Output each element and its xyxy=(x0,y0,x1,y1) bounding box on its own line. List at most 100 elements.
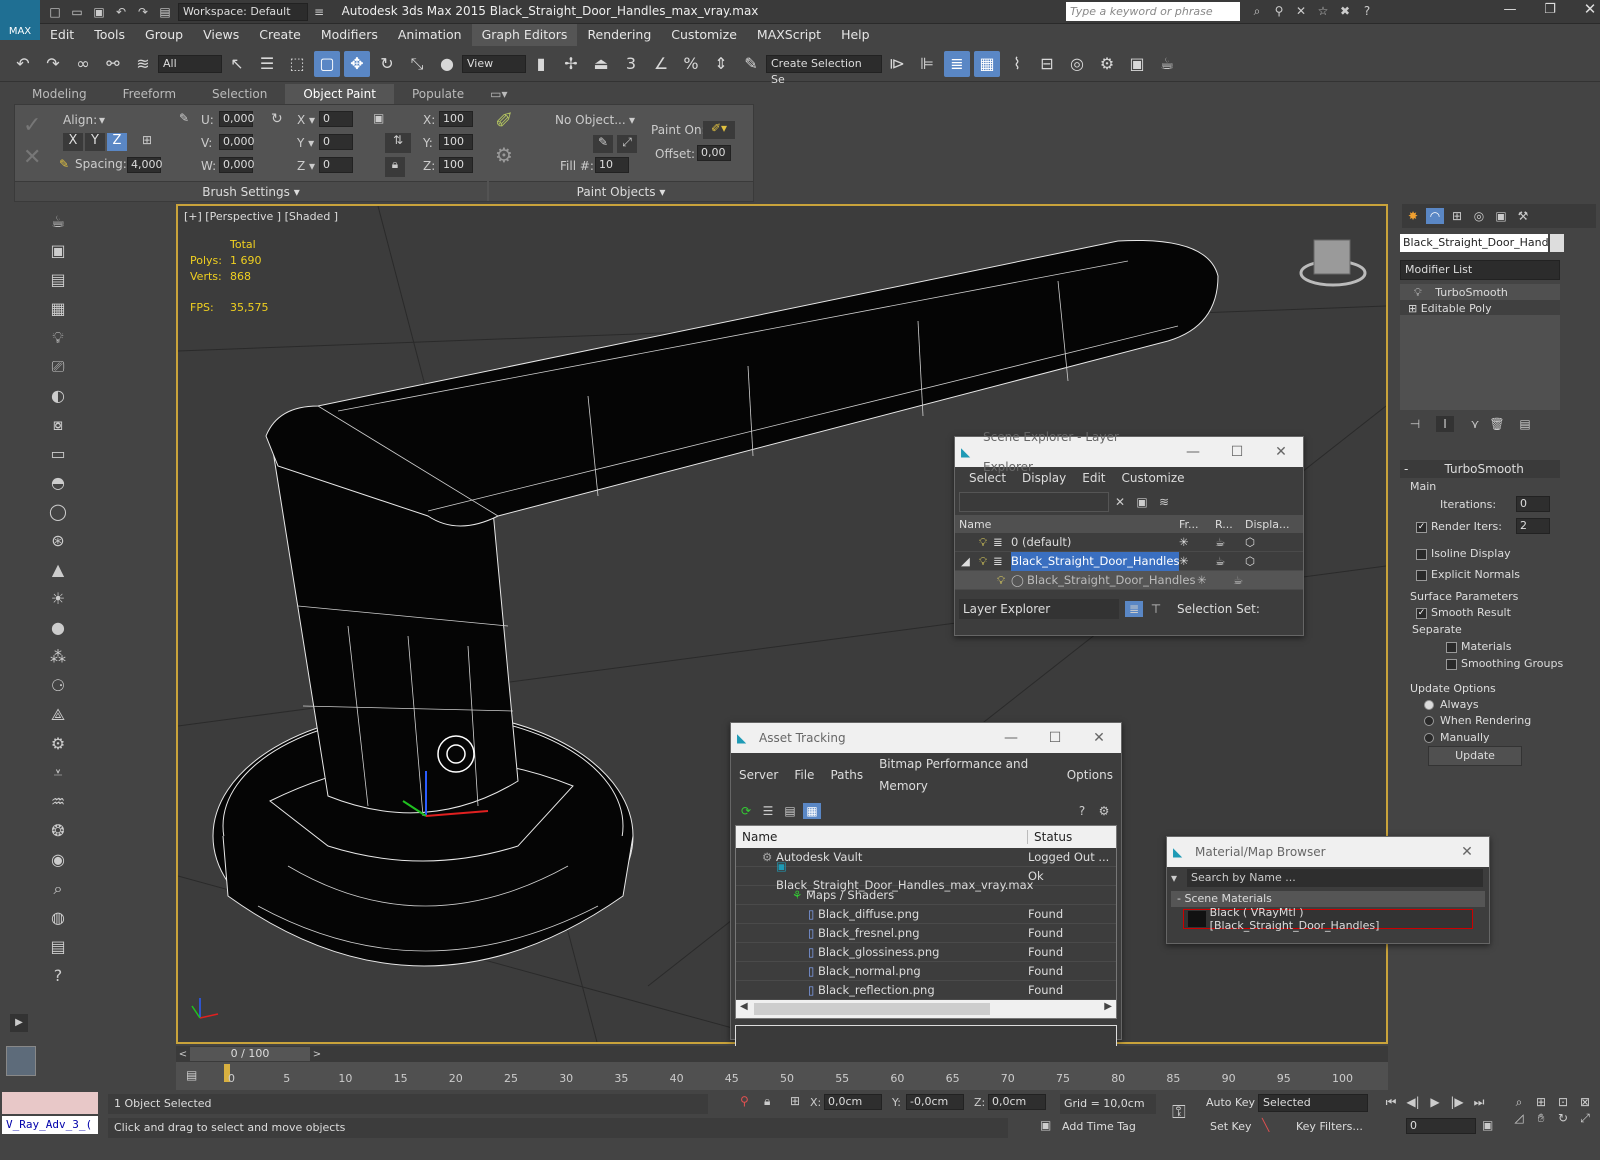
next-frame-icon[interactable]: > xyxy=(310,1049,324,1060)
scene-search-field[interactable] xyxy=(959,492,1109,512)
u-spinner[interactable]: 0,000 xyxy=(219,111,255,127)
browser-options-icon[interactable]: ▾ xyxy=(1171,871,1187,885)
smooth-result-checkbox[interactable]: ✓ xyxy=(1416,607,1427,619)
stack-item-editable-poly[interactable]: ⊞ Editable Poly xyxy=(1400,300,1560,315)
go-to-end-icon[interactable]: ⏭ xyxy=(1470,1094,1488,1110)
binoculars-icon[interactable]: ⌕ xyxy=(1248,3,1266,19)
link-icon[interactable]: ∞ xyxy=(70,51,96,77)
help-circle-icon[interactable]: ? xyxy=(44,963,72,989)
layer-row-default[interactable]: 💡︎ ≣ 0 (default) ✳ ☕ ⬡ xyxy=(955,533,1303,552)
always-radio[interactable] xyxy=(1424,700,1434,710)
sun-icon[interactable]: ☀ xyxy=(44,586,72,612)
select-rotate-icon[interactable]: ↻ xyxy=(374,51,400,77)
zoom-extents-all-icon[interactable]: ⊠ xyxy=(1576,1094,1594,1110)
configure-sets-icon[interactable]: ▤ xyxy=(1516,416,1534,432)
scale-mode-button[interactable]: ⇅ xyxy=(385,133,411,153)
ribbon-options-icon[interactable]: ▭▾ xyxy=(482,84,515,104)
asset-col-name[interactable]: Name xyxy=(736,830,1028,844)
layer-filter-icon[interactable]: ≋ xyxy=(1155,494,1173,510)
menu-customize[interactable]: Customize xyxy=(661,24,747,46)
toggle-ribbon-icon[interactable]: ▦ xyxy=(974,50,1000,77)
rotate-z-spinner[interactable]: 0 xyxy=(319,157,353,173)
sphere-icon[interactable]: ◯ xyxy=(44,499,72,525)
viewport-layout-icon[interactable] xyxy=(6,1046,36,1076)
material-browser-titlebar[interactable]: Material/Map Browser ✕ xyxy=(1167,837,1489,867)
manipulate-icon[interactable]: ✢ xyxy=(558,51,584,77)
rect-selection-icon[interactable]: ⬚ xyxy=(284,51,310,77)
menu-rendering[interactable]: Rendering xyxy=(577,24,661,46)
thumbnail-view-icon[interactable]: ▤ xyxy=(781,803,799,819)
w-spinner[interactable]: 0,000 xyxy=(219,157,255,173)
hierarchy-tab-icon[interactable]: ⊞ xyxy=(1448,208,1466,224)
curve-editor-icon[interactable]: ⌇ xyxy=(1004,51,1030,77)
material-search-input[interactable]: Search by Name ... xyxy=(1187,869,1483,887)
create-tab-icon[interactable]: ✸ xyxy=(1404,208,1422,224)
set-key-icon[interactable]: ⚿ xyxy=(1172,1102,1186,1123)
layer-row-handles[interactable]: ◢ 💡︎ ≣ Black_Straight_Door_Handles ✳ ☕ ⬡ xyxy=(955,551,1303,571)
select-object-icon[interactable]: ↖ xyxy=(224,51,250,77)
asset-menu-options[interactable]: Options xyxy=(1059,764,1121,786)
coord-y-field[interactable]: -0,0cm xyxy=(906,1094,964,1110)
no-object-dropdown[interactable]: No Object... xyxy=(555,113,626,127)
field-of-view-icon[interactable]: ◿ xyxy=(1510,1110,1528,1126)
paint-brush-icon[interactable]: ✐ xyxy=(495,109,513,134)
menu-modifiers[interactable]: Modifiers xyxy=(311,24,388,46)
render-frame-icon[interactable]: ▣ xyxy=(44,238,72,264)
subscription-icon[interactable]: ⚲ xyxy=(1270,3,1288,19)
close-icon[interactable]: ✕ xyxy=(1077,723,1121,753)
hierarchy-mode-icon[interactable]: ⊤ xyxy=(1147,601,1165,617)
spinner-snap-icon[interactable]: ⇕ xyxy=(708,51,734,77)
material-sphere-icon[interactable]: ◉ xyxy=(44,847,72,873)
manually-radio[interactable] xyxy=(1424,733,1434,743)
time-tag-icon[interactable]: ▣ xyxy=(1040,1118,1051,1132)
asset-row-reflection[interactable]: ▯ Black_reflection.png Found xyxy=(736,981,1116,1000)
key-filters-button[interactable]: Key Filters... xyxy=(1296,1120,1363,1133)
key-set-dropdown[interactable]: Selected xyxy=(1258,1094,1368,1112)
paint-objects-footer[interactable]: Paint Objects ▾ xyxy=(489,181,753,201)
object-row-handles[interactable]: 💡︎ ◯ Black_Straight_Door_Handles ✳ ☕ xyxy=(955,571,1303,590)
asset-menu-server[interactable]: Server xyxy=(731,764,786,786)
layer-explorer-icon[interactable]: ≣ xyxy=(944,50,970,77)
manually-radio-row[interactable]: Manually xyxy=(1424,731,1490,744)
asset-row-fresnel[interactable]: ▯ Black_fresnel.png Found xyxy=(736,924,1116,943)
select-scale-icon[interactable]: ⤡ xyxy=(404,51,430,77)
select-place-icon[interactable]: ● xyxy=(434,51,460,77)
col-display[interactable]: Displa... xyxy=(1245,518,1295,531)
close-icon[interactable]: ✕ xyxy=(1259,437,1303,467)
smoothing-groups-checkbox[interactable] xyxy=(1446,658,1457,670)
explicit-normals-row[interactable]: Explicit Normals xyxy=(1416,568,1520,581)
window-crossing-icon[interactable]: ▢ xyxy=(314,50,340,77)
explicit-normals-checkbox[interactable] xyxy=(1416,569,1427,581)
asset-row-diffuse[interactable]: ▯ Black_diffuse.png Found xyxy=(736,905,1116,924)
undo-icon[interactable]: ↶ xyxy=(10,51,36,77)
col-freeze[interactable]: Fr... xyxy=(1179,518,1215,531)
minimize-icon[interactable]: — xyxy=(989,723,1033,753)
particles-icon[interactable]: ⁂ xyxy=(44,644,72,670)
grass-icon[interactable]: ⩡ xyxy=(44,760,72,786)
isoline-checkbox[interactable] xyxy=(1416,548,1427,560)
scale-x-spinner[interactable]: 100 xyxy=(439,111,473,127)
light-bulb-icon[interactable]: 💡︎ xyxy=(44,325,72,351)
favorites-star-icon[interactable]: ☆ xyxy=(1314,3,1332,19)
scale-y-spinner[interactable]: 100 xyxy=(439,134,473,150)
properties-icon[interactable]: ▤ xyxy=(44,934,72,960)
v-spinner[interactable]: 0,000 xyxy=(219,134,255,150)
render-setup-icon[interactable]: ⚙ xyxy=(1094,51,1120,77)
list-icon[interactable]: ▤ xyxy=(44,267,72,293)
time-slider[interactable]: < 0 / 100 > xyxy=(176,1046,1388,1062)
absolute-mode-icon[interactable]: ⊞ xyxy=(790,1094,800,1108)
coord-z-field[interactable]: 0,0cm xyxy=(988,1094,1046,1110)
asset-tracking-titlebar[interactable]: Asset Tracking — ☐ ✕ xyxy=(731,723,1121,753)
smooth-result-row[interactable]: ✓ Smooth Result xyxy=(1416,606,1511,619)
menu-tools[interactable]: Tools xyxy=(84,24,135,46)
smoothing-groups-row[interactable]: Smoothing Groups xyxy=(1446,657,1563,670)
rotate-y-spinner[interactable]: 0 xyxy=(319,134,353,150)
mirror-sphere-icon[interactable]: ◐ xyxy=(44,383,72,409)
next-frame-icon[interactable]: |▶ xyxy=(1448,1094,1466,1110)
named-selection-sets-dropdown[interactable]: Create Selection Se xyxy=(766,54,882,86)
table-view-icon[interactable]: ▦ xyxy=(803,803,821,819)
show-end-result-icon[interactable]: I xyxy=(1436,416,1454,432)
asset-path-field[interactable] xyxy=(735,1025,1117,1047)
modifier-list-dropdown[interactable]: Modifier List xyxy=(1400,260,1560,280)
col-name[interactable]: Name xyxy=(955,518,1179,531)
